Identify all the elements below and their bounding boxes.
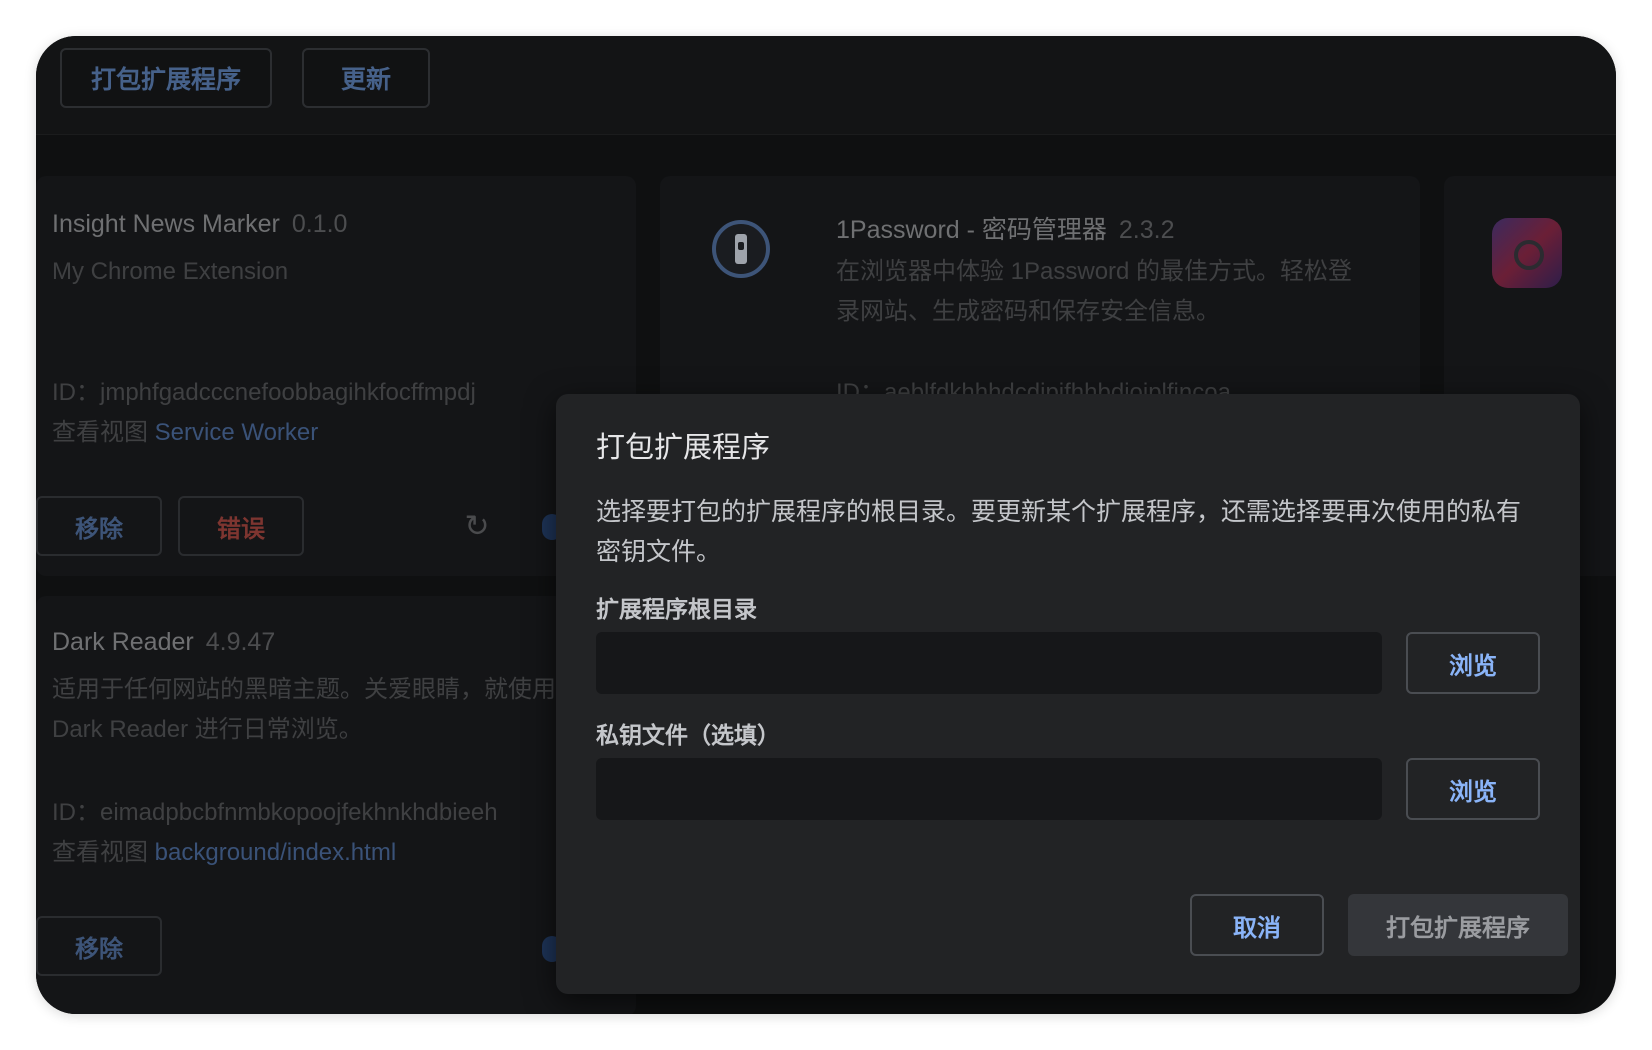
service-worker-link[interactable]: Service Worker: [155, 419, 319, 446]
dev-toolbar: 打包扩展程序 更新: [36, 36, 1616, 135]
browse-root-button[interactable]: 浏览: [1406, 632, 1540, 694]
private-key-input[interactable]: [596, 758, 1382, 820]
id-label: ID：: [52, 379, 100, 406]
private-key-label: 私钥文件（选填）: [596, 722, 780, 748]
error-button[interactable]: 错误: [178, 496, 304, 556]
extension-version: 2.3.2: [1118, 216, 1175, 244]
extension-name: Dark Reader: [52, 628, 194, 656]
dialog-title: 打包扩展程序: [596, 432, 771, 464]
dialog-description: 选择要打包的扩展程序的根目录。要更新某个扩展程序，还需选择要再次使用的私有密钥文…: [596, 498, 1522, 566]
description-line: 在浏览器中体验 1Password 的最佳方式。轻松登: [836, 258, 1353, 285]
browse-key-button[interactable]: 浏览: [1406, 758, 1540, 820]
root-directory-label: 扩展程序根目录: [596, 596, 757, 622]
cancel-button[interactable]: 取消: [1190, 894, 1324, 956]
extension-version: 4.9.47: [205, 628, 276, 656]
inspect-views-label: 查看视图: [52, 839, 148, 866]
description-line: 录网站、生成密码和保存安全信息。: [836, 298, 1220, 325]
pack-extension-button[interactable]: 打包扩展程序: [60, 48, 272, 108]
extension-title: Dark Reader 4.9.47: [52, 628, 275, 657]
pack-extension-confirm-button[interactable]: 打包扩展程序: [1348, 894, 1568, 956]
reload-icon[interactable]: ↻: [462, 512, 492, 542]
extension-description: 在浏览器中体验 1Password 的最佳方式。轻松登 录网站、生成密码和保存安…: [836, 252, 1352, 332]
extension-name: 1Password - 密码管理器: [836, 216, 1107, 244]
remove-button[interactable]: 移除: [36, 916, 162, 976]
inspect-views-label: 查看视图: [52, 419, 148, 446]
extension-title: 1Password - 密码管理器 2.3.2: [836, 210, 1175, 246]
extension-card-insight: Insight News Marker 0.1.0 My Chrome Exten…: [36, 176, 636, 576]
extension-card-darkreader: Dark Reader 4.9.47 适用于任何网站的黑暗主题。关爱眼睛，就使用 …: [36, 596, 636, 1014]
extension-description: My Chrome Extension: [52, 258, 289, 285]
extension-id: ID：jmphfgadcccnefoobbagihkfocffmpdj: [52, 372, 476, 407]
pack-extension-dialog: 打包扩展程序 选择要打包的扩展程序的根目录。要更新某个扩展程序，还需选择要再次使…: [556, 394, 1580, 994]
extension-title: Insight News Marker 0.1.0: [52, 210, 347, 239]
root-directory-input[interactable]: [596, 632, 1382, 694]
extension-name: Insight News Marker: [52, 210, 280, 238]
extension-logo-icon: [1492, 218, 1562, 288]
update-button[interactable]: 更新: [302, 48, 430, 108]
extension-version: 0.1.0: [291, 210, 348, 238]
extensions-window: 打包扩展程序 更新 Insight News Marker 0.1.0 My Ch…: [36, 36, 1616, 1014]
inspect-views: 查看视图 Service Worker: [52, 412, 318, 447]
description-line: Dark Reader 进行日常浏览。: [52, 716, 363, 743]
inspect-views: 查看视图 background/index.html: [52, 832, 396, 867]
id-label: ID：: [52, 799, 100, 826]
background-page-link[interactable]: background/index.html: [155, 839, 396, 866]
extension-id: ID：eimadpbcbfnmbkopoojfekhnkhdbieeh: [52, 792, 498, 827]
description-line: 适用于任何网站的黑暗主题。关爱眼睛，就使用: [52, 676, 556, 703]
extension-description: 适用于任何网站的黑暗主题。关爱眼睛，就使用 Dark Reader 进行日常浏览…: [52, 670, 556, 750]
1password-logo-icon: [712, 220, 770, 278]
id-value: eimadpbcbfnmbkopoojfekhnkhdbieeh: [100, 799, 498, 826]
remove-button[interactable]: 移除: [36, 496, 162, 556]
id-value: jmphfgadcccnefoobbagihkfocffmpdj: [100, 379, 476, 406]
